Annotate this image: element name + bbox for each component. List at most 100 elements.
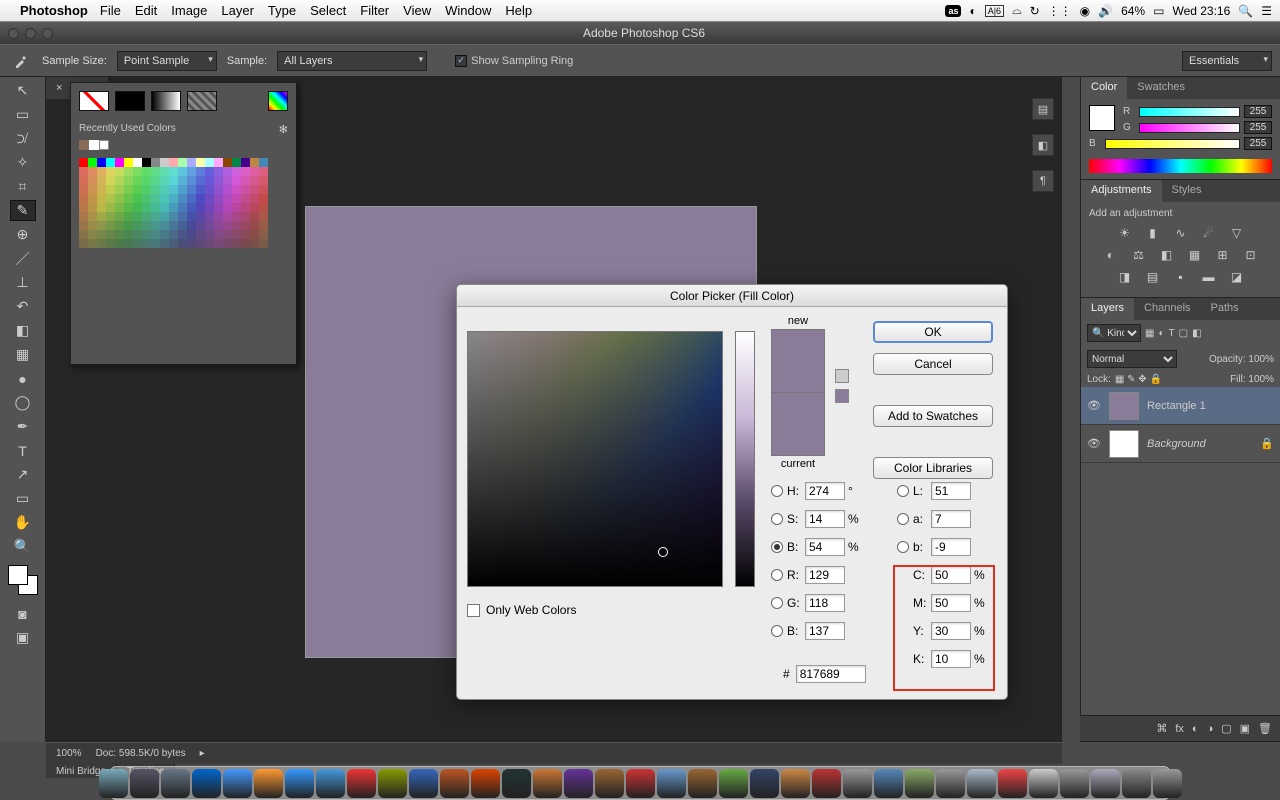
add-swatches-button[interactable]: Add to Swatches bbox=[873, 405, 993, 427]
color-swatch[interactable] bbox=[1089, 105, 1115, 131]
gradmap-icon[interactable]: ▬ bbox=[1200, 269, 1218, 285]
mask-icon[interactable]: ◐ bbox=[1192, 723, 1199, 735]
gradient-tool[interactable]: ▦ bbox=[10, 344, 36, 365]
b2-input[interactable] bbox=[805, 622, 845, 640]
dock-app-15[interactable] bbox=[564, 769, 593, 798]
dock-app-8[interactable] bbox=[347, 769, 376, 798]
fg-bg-swatches[interactable] bbox=[8, 565, 38, 595]
dock-app-1[interactable] bbox=[130, 769, 159, 798]
dock-app-29[interactable] bbox=[998, 769, 1027, 798]
layer-background[interactable]: 👁 Background 🔒 bbox=[1081, 425, 1280, 463]
a-radio[interactable] bbox=[897, 513, 909, 525]
dock-app-22[interactable] bbox=[781, 769, 810, 798]
ok-button[interactable]: OK bbox=[873, 321, 993, 343]
wifi-icon[interactable]: ◉ bbox=[1080, 4, 1090, 18]
dock-app-9[interactable] bbox=[378, 769, 407, 798]
zoom-tool[interactable]: 🔍 bbox=[10, 536, 36, 557]
dock-app-23[interactable] bbox=[812, 769, 841, 798]
dock-app-24[interactable] bbox=[843, 769, 872, 798]
dash-icon[interactable]: ⌓ bbox=[1012, 3, 1022, 18]
invert-icon[interactable]: ◨ bbox=[1116, 269, 1134, 285]
sv-marker[interactable] bbox=[658, 547, 668, 557]
opacity-value[interactable]: 100% bbox=[1248, 354, 1274, 365]
hue-icon[interactable]: ◐ bbox=[1102, 247, 1120, 263]
exposure-icon[interactable]: ☄ bbox=[1200, 225, 1218, 241]
move-tool[interactable]: ↖ bbox=[10, 80, 36, 101]
history-tool[interactable]: ↶ bbox=[10, 296, 36, 317]
workspace-select[interactable]: Essentials bbox=[1182, 51, 1272, 71]
clock[interactable]: Wed 23:16 bbox=[1172, 4, 1230, 18]
dock-app-26[interactable] bbox=[905, 769, 934, 798]
m-input[interactable] bbox=[931, 594, 971, 612]
dock-app-17[interactable] bbox=[626, 769, 655, 798]
menu-file[interactable]: File bbox=[100, 3, 121, 18]
lastfm-icon[interactable]: as bbox=[945, 5, 961, 17]
dock-app-31[interactable] bbox=[1060, 769, 1089, 798]
blend-mode-select[interactable]: Normal bbox=[1087, 350, 1177, 368]
properties-panel-icon[interactable]: ◧ bbox=[1032, 134, 1054, 156]
g-slider[interactable] bbox=[1139, 123, 1240, 133]
app-name[interactable]: Photoshop bbox=[20, 3, 88, 18]
menu-view[interactable]: View bbox=[403, 3, 431, 18]
dock-app-16[interactable] bbox=[595, 769, 624, 798]
dock-app-13[interactable] bbox=[502, 769, 531, 798]
web-colors-checkbox[interactable] bbox=[467, 604, 480, 617]
r-input[interactable] bbox=[805, 566, 845, 584]
lookup-icon[interactable]: ⊡ bbox=[1242, 247, 1260, 263]
notif-icon[interactable]: ☰ bbox=[1261, 4, 1272, 18]
bw-icon[interactable]: ◧ bbox=[1158, 247, 1176, 263]
s-radio[interactable] bbox=[771, 513, 783, 525]
dock-app-18[interactable] bbox=[657, 769, 686, 798]
trash-icon[interactable]: 🗑 bbox=[1258, 722, 1272, 735]
l-radio[interactable] bbox=[897, 485, 909, 497]
dock-app-0[interactable] bbox=[99, 769, 128, 798]
quickmask-tool[interactable]: ◙ bbox=[10, 603, 36, 624]
tab-adjustments[interactable]: Adjustments bbox=[1081, 180, 1162, 202]
y-input[interactable] bbox=[931, 622, 971, 640]
filter-icons[interactable]: ▦◐T▢◧ bbox=[1145, 328, 1202, 339]
tab-channels[interactable]: Channels bbox=[1134, 298, 1200, 320]
b-slider[interactable] bbox=[1105, 139, 1240, 149]
hex-input[interactable] bbox=[796, 665, 866, 683]
dock-app-5[interactable] bbox=[254, 769, 283, 798]
dock-app-2[interactable] bbox=[161, 769, 190, 798]
menu-window[interactable]: Window bbox=[445, 3, 491, 18]
dock-app-32[interactable] bbox=[1091, 769, 1120, 798]
volume-icon[interactable]: 🔊 bbox=[1098, 4, 1113, 18]
hue-column[interactable] bbox=[735, 331, 755, 587]
stamp-tool[interactable]: ⊥ bbox=[10, 272, 36, 293]
path-tool[interactable]: ↗ bbox=[10, 464, 36, 485]
fill-solid[interactable] bbox=[115, 91, 145, 111]
h-input[interactable] bbox=[805, 482, 845, 500]
gear-icon[interactable]: ✻ bbox=[279, 123, 288, 136]
swatch-grid[interactable] bbox=[71, 154, 296, 252]
dock-app-4[interactable] bbox=[223, 769, 252, 798]
eraser-tool[interactable]: ◧ bbox=[10, 320, 36, 341]
dock-app-25[interactable] bbox=[874, 769, 903, 798]
visibility-icon[interactable]: 👁 bbox=[1087, 437, 1101, 450]
b-radio[interactable] bbox=[771, 541, 783, 553]
dock-app-7[interactable] bbox=[316, 769, 345, 798]
photo-icon[interactable]: ▦ bbox=[1186, 247, 1204, 263]
tab-color[interactable]: Color bbox=[1081, 77, 1127, 99]
fill-value[interactable]: 100% bbox=[1248, 374, 1274, 385]
battery-pct[interactable]: 64% bbox=[1121, 4, 1145, 18]
crop-tool[interactable]: ⌗ bbox=[10, 176, 36, 197]
menu-edit[interactable]: Edit bbox=[135, 3, 157, 18]
fill-gradient[interactable] bbox=[151, 91, 181, 111]
recent-colors-row[interactable] bbox=[71, 136, 296, 154]
timemachine-icon[interactable]: ↻ bbox=[1030, 4, 1040, 18]
filter-kind-select[interactable]: 🔍 Kind bbox=[1087, 324, 1141, 342]
history-panel-icon[interactable]: ▤ bbox=[1032, 98, 1054, 120]
layer-rectangle-1[interactable]: 👁 Rectangle 1 bbox=[1081, 387, 1280, 425]
g-input[interactable] bbox=[805, 594, 845, 612]
saturation-value-field[interactable] bbox=[467, 331, 723, 587]
spotlight-icon[interactable]: 🔍 bbox=[1238, 4, 1253, 18]
dock-app-12[interactable] bbox=[471, 769, 500, 798]
adj-icon[interactable]: ◑ bbox=[1207, 723, 1214, 735]
menu-select[interactable]: Select bbox=[310, 3, 346, 18]
dock-app-33[interactable] bbox=[1122, 769, 1151, 798]
dock-app-28[interactable] bbox=[967, 769, 996, 798]
k-input[interactable] bbox=[931, 650, 971, 668]
r-value[interactable]: 255 bbox=[1244, 105, 1272, 118]
